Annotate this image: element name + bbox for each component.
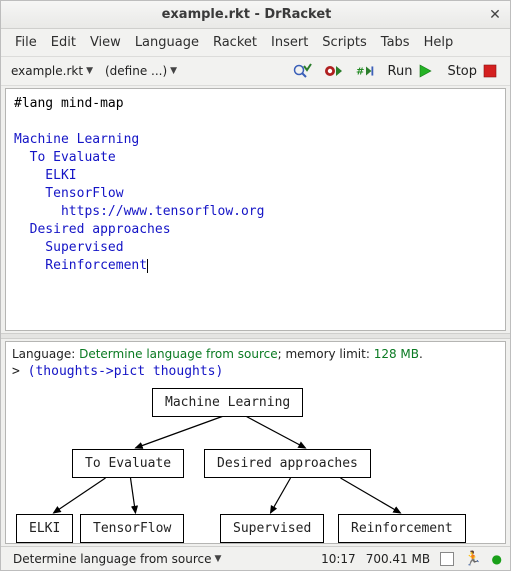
tree-node: To Evaluate	[72, 449, 184, 478]
code-line: Reinforcement	[14, 258, 147, 273]
debug-icon: #	[356, 62, 376, 80]
menu-view[interactable]: View	[84, 33, 127, 52]
definitions-editor[interactable]: #lang mind-map Machine Learning To Evalu…	[5, 88, 506, 331]
file-tab-label: example.rkt	[11, 64, 83, 78]
code-line: Supervised	[14, 240, 124, 255]
definitions-label: (define ...)	[105, 64, 167, 78]
status-memory: 700.41 MB	[366, 552, 430, 566]
window-title: example.rkt - DrRacket	[7, 7, 486, 22]
menubar: File Edit View Language Racket Insert Sc…	[1, 29, 510, 57]
repl-language-line: Language: Determine language from source…	[12, 346, 499, 363]
running-man-icon[interactable]: 🏃	[464, 551, 481, 567]
debug-button[interactable]: #	[352, 60, 380, 82]
play-icon	[415, 62, 435, 80]
menu-insert[interactable]: Insert	[265, 33, 314, 52]
tree-node: Desired approaches	[204, 449, 371, 478]
interactions-repl[interactable]: Language: Determine language from source…	[5, 341, 506, 544]
status-language-dropdown[interactable]: Determine language from source ▼	[9, 550, 225, 568]
toolbar: example.rkt ▼ (define ...) ▼ # Run	[1, 57, 510, 86]
tree-node-root: Machine Learning	[152, 388, 303, 417]
statusbar: Determine language from source ▼ 10:17 7…	[1, 546, 510, 570]
titlebar: example.rkt - DrRacket ✕	[1, 1, 510, 29]
status-dot-icon: ●	[492, 552, 502, 566]
code-line: https://www.tensorflow.org	[14, 204, 264, 219]
menu-file[interactable]: File	[9, 33, 43, 52]
code-line: TensorFlow	[14, 186, 124, 201]
macro-stepper-button[interactable]	[320, 60, 348, 82]
lang-directive-prefix: #lang	[14, 96, 61, 111]
svg-text:#: #	[356, 67, 364, 78]
menu-language[interactable]: Language	[129, 33, 205, 52]
pict-output: Machine Learning To Evaluate Desired app…	[12, 386, 499, 544]
menu-tabs[interactable]: Tabs	[375, 33, 416, 52]
code-line: Desired approaches	[14, 222, 171, 237]
text-cursor	[147, 259, 148, 273]
tree-node: Reinforcement	[338, 514, 466, 543]
macro-stepper-icon	[324, 62, 344, 80]
lang-name: mind-map	[61, 96, 124, 111]
repl-memory-limit: 128 MB	[374, 347, 419, 361]
close-icon[interactable]: ✕	[486, 6, 504, 24]
chevron-down-icon: ▼	[215, 554, 222, 564]
code-line: To Evaluate	[14, 150, 116, 165]
menu-scripts[interactable]: Scripts	[316, 33, 372, 52]
definitions-dropdown[interactable]: (define ...) ▼	[101, 62, 181, 80]
menu-racket[interactable]: Racket	[207, 33, 263, 52]
pane-divider[interactable]	[1, 333, 510, 339]
gc-indicator[interactable]	[440, 552, 454, 566]
tree-node: Supervised	[220, 514, 324, 543]
repl-expression: (thoughts->pict thoughts)	[28, 364, 224, 379]
tree-node: ELKI	[16, 514, 73, 543]
code-line: ELKI	[14, 168, 77, 183]
repl-language-value: Determine language from source	[79, 347, 278, 361]
run-button[interactable]: Run	[384, 60, 440, 82]
run-label: Run	[388, 64, 413, 79]
status-cursor-position: 10:17	[321, 552, 356, 566]
chevron-down-icon: ▼	[86, 66, 93, 76]
status-language-label: Determine language from source	[13, 552, 212, 566]
menu-edit[interactable]: Edit	[45, 33, 82, 52]
stop-button[interactable]: Stop	[443, 60, 504, 82]
repl-input-line: > (thoughts->pict thoughts)	[12, 363, 499, 380]
stop-icon	[480, 62, 500, 80]
check-syntax-button[interactable]	[288, 60, 316, 82]
file-tab-dropdown[interactable]: example.rkt ▼	[7, 62, 97, 80]
tree-node: TensorFlow	[80, 514, 184, 543]
menu-help[interactable]: Help	[418, 33, 460, 52]
app-window: example.rkt - DrRacket ✕ File Edit View …	[0, 0, 511, 571]
chevron-down-icon: ▼	[170, 66, 177, 76]
stop-label: Stop	[447, 64, 477, 79]
check-syntax-icon	[292, 62, 312, 80]
code-line: Machine Learning	[14, 132, 139, 147]
